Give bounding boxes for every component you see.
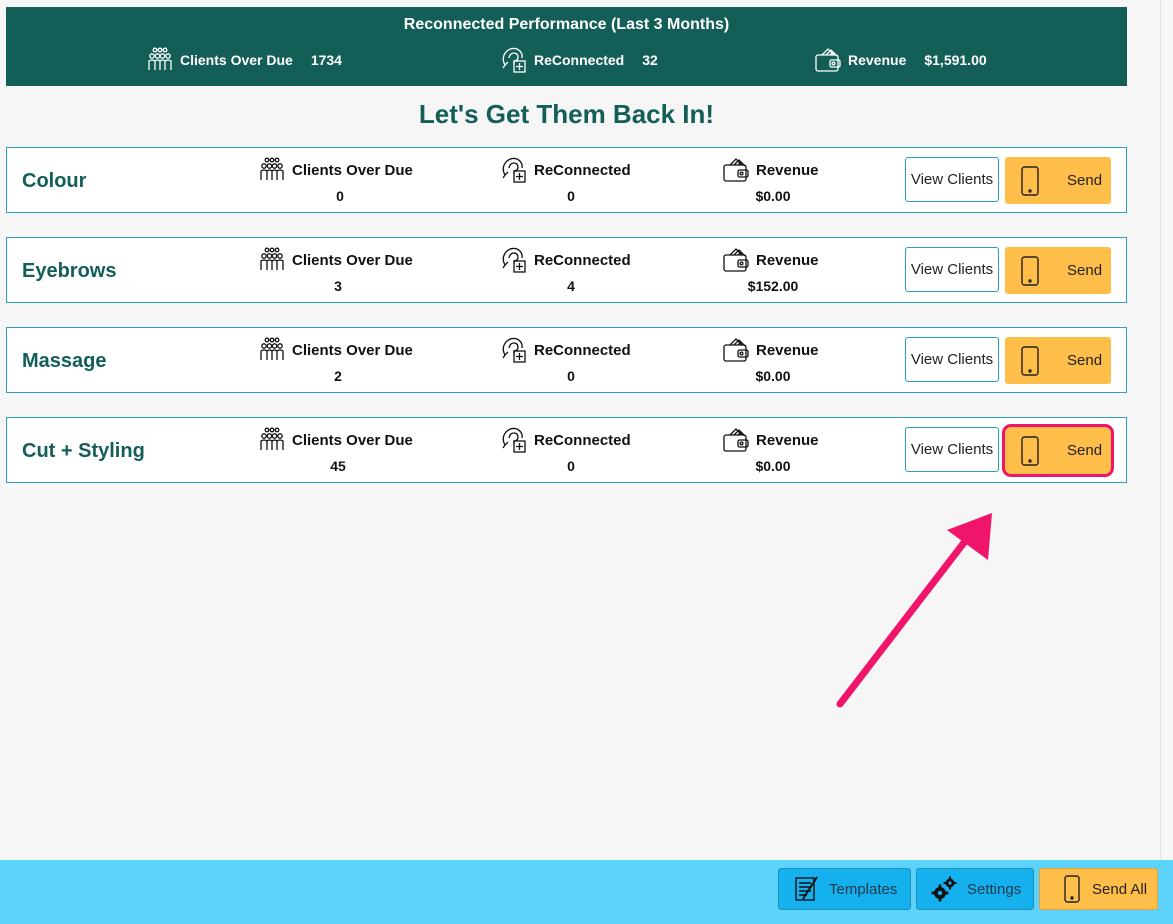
footer-bar: Templates Settings Send All [0, 860, 1173, 924]
send-all-label: Send All [1092, 880, 1148, 898]
banner-reconnected-label: ReConnected [534, 52, 625, 68]
templates-button[interactable]: Templates [778, 868, 911, 910]
phone-icon [1021, 435, 1039, 466]
service-name: Eyebrows [22, 260, 117, 282]
reconnected-icon [502, 47, 526, 73]
banner-revenue-value: $1,591.00 [924, 52, 987, 68]
stat-clients-over-due: Clients Over Due 2 [258, 336, 413, 384]
stat-label: ReConnected [534, 431, 631, 449]
wallet-icon [723, 428, 749, 452]
banner-clients-value: 1734 [310, 52, 342, 68]
service-card: Cut + Styling Clients Over Due 45 ReConn… [6, 417, 1127, 483]
stat-revenue: Revenue $0.00 [722, 156, 819, 204]
banner-clients-label: Clients Over Due [180, 52, 293, 68]
performance-banner: Reconnected Performance (Last 3 Months) … [6, 7, 1127, 86]
stat-value: 0 [336, 188, 344, 204]
stat-value: 0 [567, 188, 575, 204]
view-clients-button[interactable]: View Clients [905, 247, 999, 292]
service-name: Massage [22, 350, 107, 372]
banner-reconnected-value: 32 [642, 52, 658, 68]
stat-label: Revenue [756, 431, 819, 449]
send-button[interactable]: Send [1005, 247, 1111, 294]
service-card: Colour Clients Over Due 0 ReConnected 0 … [6, 147, 1127, 213]
stat-value: 4 [567, 278, 575, 294]
stat-reconnected: ReConnected 0 [500, 156, 631, 204]
stat-value: 3 [334, 278, 342, 294]
wallet-icon [723, 248, 749, 272]
send-label: Send [1067, 442, 1103, 459]
templates-label: Templates [829, 880, 898, 898]
phone-icon [1021, 165, 1039, 196]
send-label: Send [1067, 262, 1103, 279]
view-clients-button[interactable]: View Clients [905, 157, 999, 202]
stat-value: $0.00 [755, 368, 791, 384]
wallet-icon [815, 48, 841, 72]
send-button-highlighted[interactable]: Send [1005, 427, 1111, 474]
stat-value: 2 [334, 368, 342, 384]
send-button[interactable]: Send [1005, 337, 1111, 384]
view-clients-button[interactable]: View Clients [905, 427, 999, 472]
send-label: Send [1067, 352, 1103, 369]
settings-button[interactable]: Settings [916, 868, 1034, 910]
reconnected-icon [502, 247, 526, 273]
service-card: Eyebrows Clients Over Due 3 ReConnected … [6, 237, 1127, 303]
service-name: Cut + Styling [22, 440, 145, 462]
stat-label: ReConnected [534, 341, 631, 359]
send-button[interactable]: Send [1005, 157, 1111, 204]
page-headline: Let's Get Them Back In! [418, 99, 715, 129]
banner-stat-clients-over-due: Clients Over Due 1734 [146, 45, 342, 75]
reconnected-icon [502, 427, 526, 453]
stat-revenue: Revenue $0.00 [722, 336, 819, 384]
stat-value: 0 [567, 368, 575, 384]
scrollbar-track[interactable] [1160, 0, 1173, 860]
phone-icon [1021, 255, 1039, 286]
phone-icon [1021, 345, 1039, 376]
settings-label: Settings [967, 880, 1022, 898]
clients-icon [148, 47, 172, 70]
stat-value: 0 [567, 458, 575, 474]
clients-icon [260, 337, 284, 360]
clients-icon [260, 157, 284, 180]
stat-label: Revenue [756, 251, 819, 269]
clients-icon [260, 247, 284, 270]
stat-revenue: Revenue $0.00 [722, 426, 819, 474]
clients-icon [260, 427, 284, 450]
stat-label: Revenue [756, 161, 819, 179]
stat-clients-over-due: Clients Over Due 0 [258, 156, 413, 204]
stat-label: Revenue [756, 341, 819, 359]
stat-label: Clients Over Due [292, 251, 413, 269]
wallet-icon [723, 338, 749, 362]
stat-value: $152.00 [747, 278, 799, 294]
wallet-icon [723, 158, 749, 182]
stat-value: 45 [330, 458, 346, 474]
stat-label: Clients Over Due [292, 161, 413, 179]
stat-revenue: Revenue $152.00 [722, 246, 819, 294]
service-card: Massage Clients Over Due 2 ReConnected 0… [6, 327, 1127, 393]
phone-icon [1064, 875, 1080, 903]
banner-revenue-label: Revenue [848, 52, 907, 68]
gear-icon [931, 876, 957, 902]
stat-reconnected: ReConnected 4 [500, 246, 631, 294]
reconnected-icon [502, 337, 526, 363]
reconnect-page: Reconnected Performance (Last 3 Months) … [0, 0, 1173, 924]
stat-clients-over-due: Clients Over Due 45 [258, 426, 413, 474]
banner-stat-reconnected: ReConnected 32 [500, 45, 658, 75]
templates-icon [795, 876, 818, 901]
stat-value: $0.00 [755, 458, 791, 474]
stat-label: ReConnected [534, 251, 631, 269]
send-all-button[interactable]: Send All [1039, 868, 1158, 910]
banner-title: Reconnected Performance (Last 3 Months) [403, 16, 730, 33]
stat-clients-over-due: Clients Over Due 3 [258, 246, 413, 294]
view-clients-button[interactable]: View Clients [905, 337, 999, 382]
stat-label: ReConnected [534, 161, 631, 179]
send-label: Send [1067, 172, 1103, 189]
stat-reconnected: ReConnected 0 [500, 336, 631, 384]
reconnected-icon [502, 157, 526, 183]
stat-label: Clients Over Due [292, 431, 413, 449]
stat-reconnected: ReConnected 0 [500, 426, 631, 474]
stat-label: Clients Over Due [292, 341, 413, 359]
service-name: Colour [22, 170, 87, 192]
stat-value: $0.00 [755, 188, 791, 204]
banner-stat-revenue: Revenue $1,591.00 [814, 45, 987, 75]
